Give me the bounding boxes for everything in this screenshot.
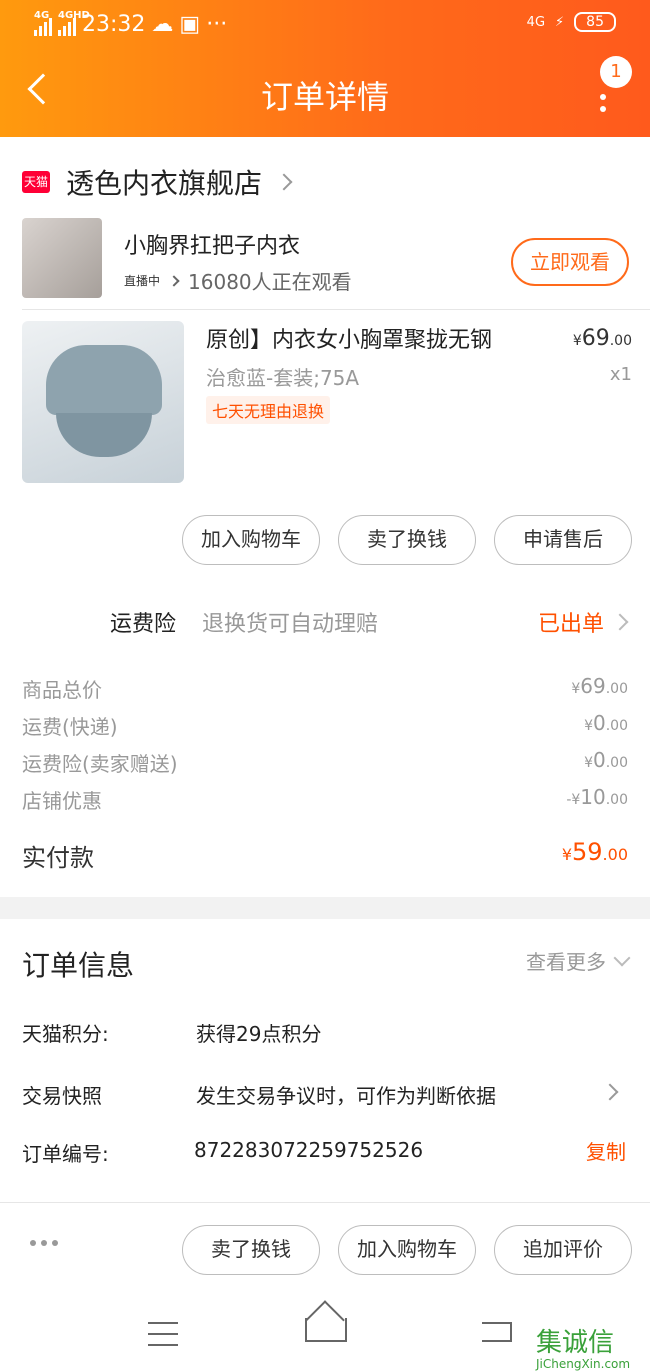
battery-level: 85 — [574, 12, 616, 32]
sell-for-cash-button[interactable]: 卖了换钱 — [182, 1225, 320, 1275]
order-info-title: 订单信息 — [22, 949, 135, 982]
status-bar: 4G 4GHD 23:32 ☁ ▣ ··· 4G ⚡ 85 — [0, 0, 650, 52]
snapshot-label[interactable]: 交易快照 — [22, 1080, 102, 1109]
order-number-label: 订单编号: — [22, 1142, 109, 1166]
chevron-right-icon — [275, 173, 293, 191]
section-separator — [0, 897, 650, 919]
charging-icon: ⚡ — [555, 14, 565, 30]
product-price: ¥69.00 — [572, 326, 632, 351]
live-tag: 直播中 — [124, 274, 161, 288]
snapshot-value[interactable]: 发生交易争议时，可作为判断依据 — [196, 1080, 496, 1109]
product-image[interactable] — [22, 321, 184, 483]
live-status: 直播中 16080人正在观看 — [124, 266, 352, 295]
product-title[interactable]: 原创】内衣女小胸罩聚拢无钢 — [206, 322, 492, 354]
network-label: 4G — [526, 14, 546, 30]
menu-icon[interactable] — [148, 1322, 178, 1355]
cloud-icon: ☁ — [151, 12, 174, 37]
shop-name: 透色内衣旗舰店 — [66, 167, 263, 200]
return-policy-tag: 七天无理由退换 — [206, 396, 331, 424]
more-menu-icon[interactable] — [600, 88, 612, 118]
paid-amount: ¥59.00 — [561, 838, 628, 866]
signal-icon: 4G — [34, 10, 52, 36]
points-label: 天猫积分: — [22, 1022, 109, 1046]
insurance-desc: 退换货可自动理赔 — [202, 612, 379, 637]
media-icon: ▣ — [179, 12, 201, 37]
product-sku: 治愈蓝-套装;75A — [206, 366, 360, 390]
page-title: 订单详情 — [260, 78, 389, 116]
after-sale-button[interactable]: 申请售后 — [494, 515, 632, 565]
app-header: 4G 4GHD 23:32 ☁ ▣ ··· 4G ⚡ 85 订单详情 1 — [0, 0, 650, 137]
watermark-logo: 集诚信 JiChengXin.com — [536, 1328, 631, 1371]
status-more: ··· — [206, 12, 228, 37]
product-quantity: x1 — [609, 364, 632, 385]
order-number: 872283072259752526 — [194, 1138, 424, 1162]
live-viewers: 16080人正在观看 — [188, 270, 352, 294]
chevron-right-icon — [168, 274, 180, 287]
home-icon[interactable] — [305, 1318, 347, 1342]
watermark-text: JiChengXin.com — [536, 1357, 631, 1371]
paid-label: 实付款 — [22, 844, 94, 872]
live-thumbnail[interactable] — [22, 218, 102, 298]
add-review-button[interactable]: 追加评价 — [494, 1225, 632, 1275]
chevron-down-icon — [613, 949, 631, 966]
signal-hd-icon: 4GHD — [58, 10, 90, 36]
add-to-cart-button[interactable]: 加入购物车 — [338, 1225, 476, 1275]
sell-for-cash-button[interactable]: 卖了换钱 — [338, 515, 476, 565]
view-more-button[interactable]: 查看更多 — [526, 946, 631, 975]
insurance-label: 运费险 — [110, 612, 177, 637]
divider — [22, 309, 650, 310]
points-value: 获得29点积分 — [196, 1022, 322, 1046]
add-to-cart-button[interactable]: 加入购物车 — [182, 515, 320, 565]
more-actions-icon[interactable] — [30, 1240, 58, 1246]
chevron-right-icon[interactable] — [601, 1083, 619, 1101]
shop-row[interactable]: 天猫 透色内衣旗舰店 — [22, 162, 293, 202]
insurance-status[interactable]: 已出单 — [538, 606, 629, 638]
live-title: 小胸界扛把子内衣 — [124, 234, 301, 259]
watch-now-button[interactable]: 立即观看 — [511, 238, 629, 286]
copy-button[interactable]: 复制 — [586, 1136, 626, 1165]
status-time: 23:32 — [82, 12, 146, 37]
back-nav-icon[interactable] — [482, 1322, 512, 1342]
chevron-right-icon — [611, 613, 629, 631]
tmall-logo: 天猫 — [22, 171, 50, 193]
notification-badge: 1 — [600, 56, 632, 88]
